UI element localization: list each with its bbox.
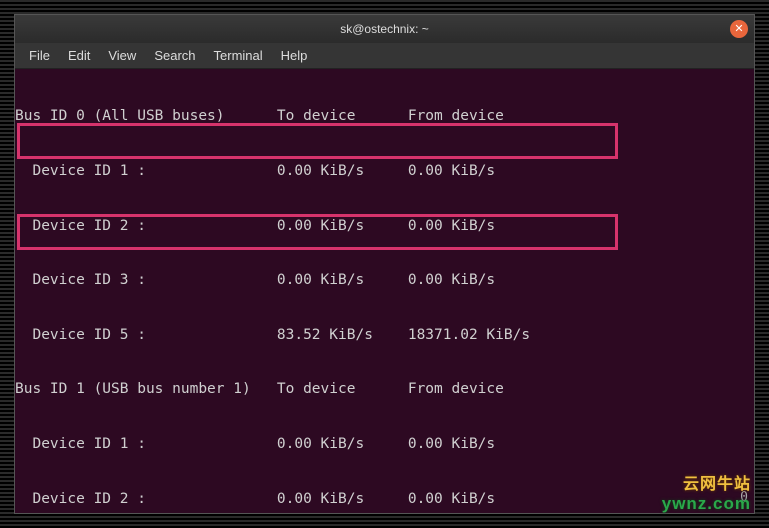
terminal-line: Device ID 5 : 83.52 KiB/s 18371.02 KiB/s [15, 326, 754, 344]
terminal-line: Bus ID 1 (USB bus number 1) To device Fr… [15, 380, 754, 398]
titlebar[interactable]: sk@ostechnix: ~ ✕ [15, 15, 754, 43]
terminal-line: Device ID 2 : 0.00 KiB/s 0.00 KiB/s [15, 217, 754, 235]
terminal-line: Bus ID 0 (All USB buses) To device From … [15, 107, 754, 125]
menu-edit[interactable]: Edit [60, 46, 98, 65]
terminal-line: Device ID 2 : 0.00 KiB/s 0.00 KiB/s [15, 490, 754, 508]
terminal-line: Device ID 1 : 0.00 KiB/s 0.00 KiB/s [15, 435, 754, 453]
terminal-line: Device ID 3 : 0.00 KiB/s 0.00 KiB/s [15, 271, 754, 289]
terminal-window: sk@ostechnix: ~ ✕ File Edit View Search … [14, 14, 755, 514]
menu-search[interactable]: Search [146, 46, 203, 65]
window-title: sk@ostechnix: ~ [340, 22, 429, 36]
menu-terminal[interactable]: Terminal [206, 46, 271, 65]
terminal-line: Device ID 1 : 0.00 KiB/s 0.00 KiB/s [15, 162, 754, 180]
terminal-output[interactable]: Bus ID 0 (All USB buses) To device From … [15, 69, 754, 513]
menubar: File Edit View Search Terminal Help [15, 43, 754, 69]
close-icon: ✕ [734, 24, 743, 35]
status-number: 0 [740, 489, 748, 507]
menu-view[interactable]: View [100, 46, 144, 65]
menu-file[interactable]: File [21, 46, 58, 65]
annotation-highlight-1 [17, 123, 618, 159]
menu-help[interactable]: Help [273, 46, 316, 65]
close-button[interactable]: ✕ [730, 20, 748, 38]
